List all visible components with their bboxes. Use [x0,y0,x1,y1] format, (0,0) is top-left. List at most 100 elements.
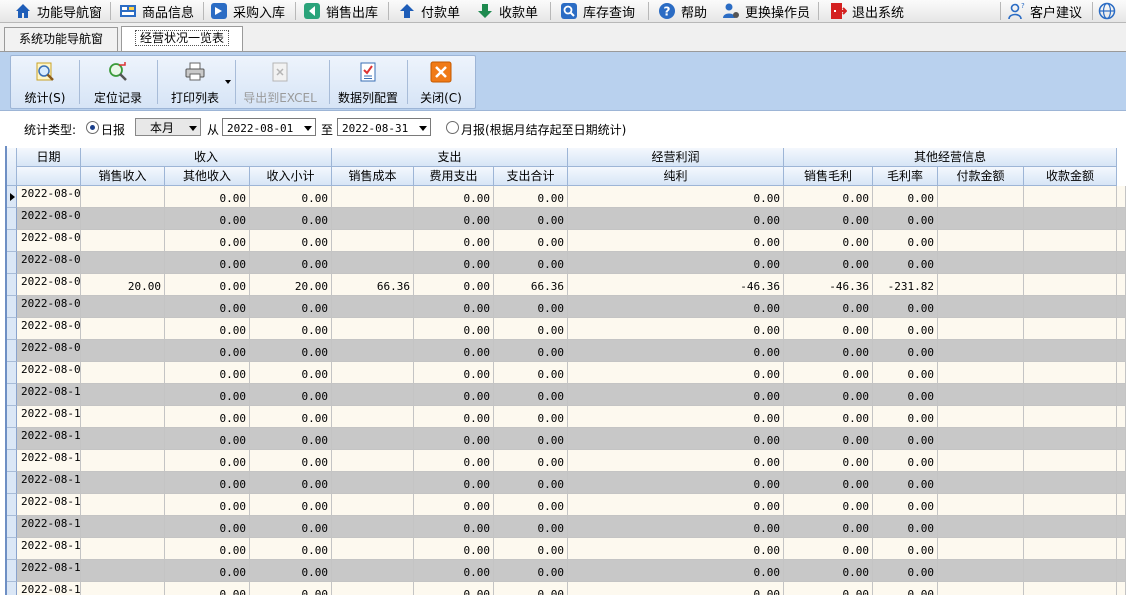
row-indicator[interactable] [7,494,17,516]
statistics-button[interactable]: 统计(S) [17,56,73,108]
table-cell[interactable]: 0.00 [873,340,938,362]
table-cell[interactable]: 0.00 [250,406,332,428]
table-cell[interactable]: 0.00 [414,516,494,538]
table-cell[interactable]: 0.00 [784,494,873,516]
table-cell[interactable] [332,516,414,538]
table-cell[interactable]: 0.00 [494,384,568,406]
table-cell[interactable] [938,428,1024,450]
income-subtotal-header[interactable]: 收入小计 [250,167,332,186]
table-cell[interactable]: 0.00 [494,318,568,340]
table-cell[interactable] [1024,450,1117,472]
print-list-button[interactable]: 打印列表 [163,56,227,108]
table-cell[interactable] [1024,252,1117,274]
table-cell[interactable]: 0.00 [494,296,568,318]
table-cell[interactable] [1024,296,1117,318]
table-cell[interactable]: 0.00 [165,538,250,560]
table-cell[interactable]: 0.00 [165,516,250,538]
table-cell[interactable]: 0.00 [165,274,250,296]
menu-item-payment[interactable]: 付款单 [398,0,460,22]
table-cell[interactable]: 0.00 [165,472,250,494]
table-cell[interactable] [332,538,414,560]
table-cell[interactable] [938,560,1024,582]
row-indicator[interactable] [7,472,17,494]
row-indicator[interactable] [7,318,17,340]
row-indicator[interactable] [7,384,17,406]
sales-cost-header[interactable]: 销售成本 [332,167,414,186]
table-cell[interactable]: 0.00 [165,406,250,428]
table-cell[interactable] [81,296,165,318]
table-cell[interactable] [81,472,165,494]
table-cell[interactable]: 0.00 [165,362,250,384]
table-cell[interactable]: 0.00 [250,318,332,340]
table-cell[interactable]: 0.00 [494,252,568,274]
other-income-header[interactable]: 其他收入 [165,167,250,186]
table-cell[interactable]: 0.00 [784,406,873,428]
table-cell[interactable]: 0.00 [568,428,784,450]
monthly-radio[interactable] [446,121,459,134]
table-cell[interactable]: 0.00 [165,560,250,582]
table-cell[interactable]: 0.00 [873,186,938,208]
table-cell[interactable]: 0.00 [165,428,250,450]
table-cell[interactable] [81,340,165,362]
table-cell[interactable]: 0.00 [414,296,494,318]
table-cell[interactable] [938,384,1024,406]
table-cell[interactable] [81,538,165,560]
table-cell[interactable]: 0.00 [784,560,873,582]
table-cell[interactable] [332,340,414,362]
table-cell[interactable]: 0.00 [784,450,873,472]
table-cell[interactable] [332,362,414,384]
date-cell[interactable]: 2022-08-0 [17,318,81,340]
table-cell[interactable]: 0.00 [250,230,332,252]
profit-group-header[interactable]: 经营利润 [568,148,784,167]
table-cell[interactable] [332,428,414,450]
table-cell[interactable]: 0.00 [414,318,494,340]
table-cell[interactable] [938,252,1024,274]
table-cell[interactable]: 0.00 [568,318,784,340]
table-cell[interactable] [1024,494,1117,516]
table-cell[interactable]: 0.00 [165,296,250,318]
table-cell[interactable] [1024,406,1117,428]
table-cell[interactable]: 0.00 [784,186,873,208]
table-cell[interactable] [332,560,414,582]
table-cell[interactable]: 0.00 [494,472,568,494]
row-indicator[interactable] [7,428,17,450]
locate-record-button[interactable]: 定位记录 [85,56,151,108]
table-cell[interactable] [332,582,414,595]
period-select[interactable]: 本月 [135,118,201,136]
table-cell[interactable]: 0.00 [494,362,568,384]
table-cell[interactable]: 0.00 [494,340,568,362]
table-cell[interactable]: 0.00 [784,296,873,318]
table-cell[interactable] [938,450,1024,472]
table-cell[interactable] [81,494,165,516]
table-cell[interactable]: 0.00 [784,208,873,230]
expense-header[interactable]: 费用支出 [414,167,494,186]
table-cell[interactable]: 0.00 [873,538,938,560]
table-cell[interactable]: 0.00 [873,384,938,406]
table-cell[interactable] [938,494,1024,516]
export-excel-button[interactable]: 导出到EXCEL [239,56,321,108]
table-cell[interactable] [1024,340,1117,362]
table-cell[interactable]: 0.00 [250,538,332,560]
table-cell[interactable] [1024,274,1117,296]
menu-item-help[interactable]: ? 帮助 [658,0,707,22]
table-cell[interactable]: 0.00 [784,538,873,560]
table-cell[interactable]: 0.00 [568,384,784,406]
table-cell[interactable]: 0.00 [165,384,250,406]
row-indicator[interactable] [7,516,17,538]
table-cell[interactable]: 0.00 [250,582,332,595]
column-config-button[interactable]: 数据列配置 [333,56,403,108]
table-cell[interactable] [81,406,165,428]
date-cell[interactable]: 2022-08-1 [17,406,81,428]
date-cell[interactable]: 2022-08-1 [17,516,81,538]
table-cell[interactable] [1024,208,1117,230]
table-cell[interactable] [1024,560,1117,582]
menu-item-stock-query[interactable]: 库存查询 [560,0,635,22]
row-indicator[interactable] [7,296,17,318]
date-column-header[interactable] [17,167,81,186]
table-cell[interactable]: -231.82 [873,274,938,296]
table-cell[interactable]: 0.00 [784,318,873,340]
row-indicator[interactable] [7,230,17,252]
table-cell[interactable]: 0.00 [414,560,494,582]
table-cell[interactable]: 0.00 [784,428,873,450]
table-cell[interactable] [332,208,414,230]
